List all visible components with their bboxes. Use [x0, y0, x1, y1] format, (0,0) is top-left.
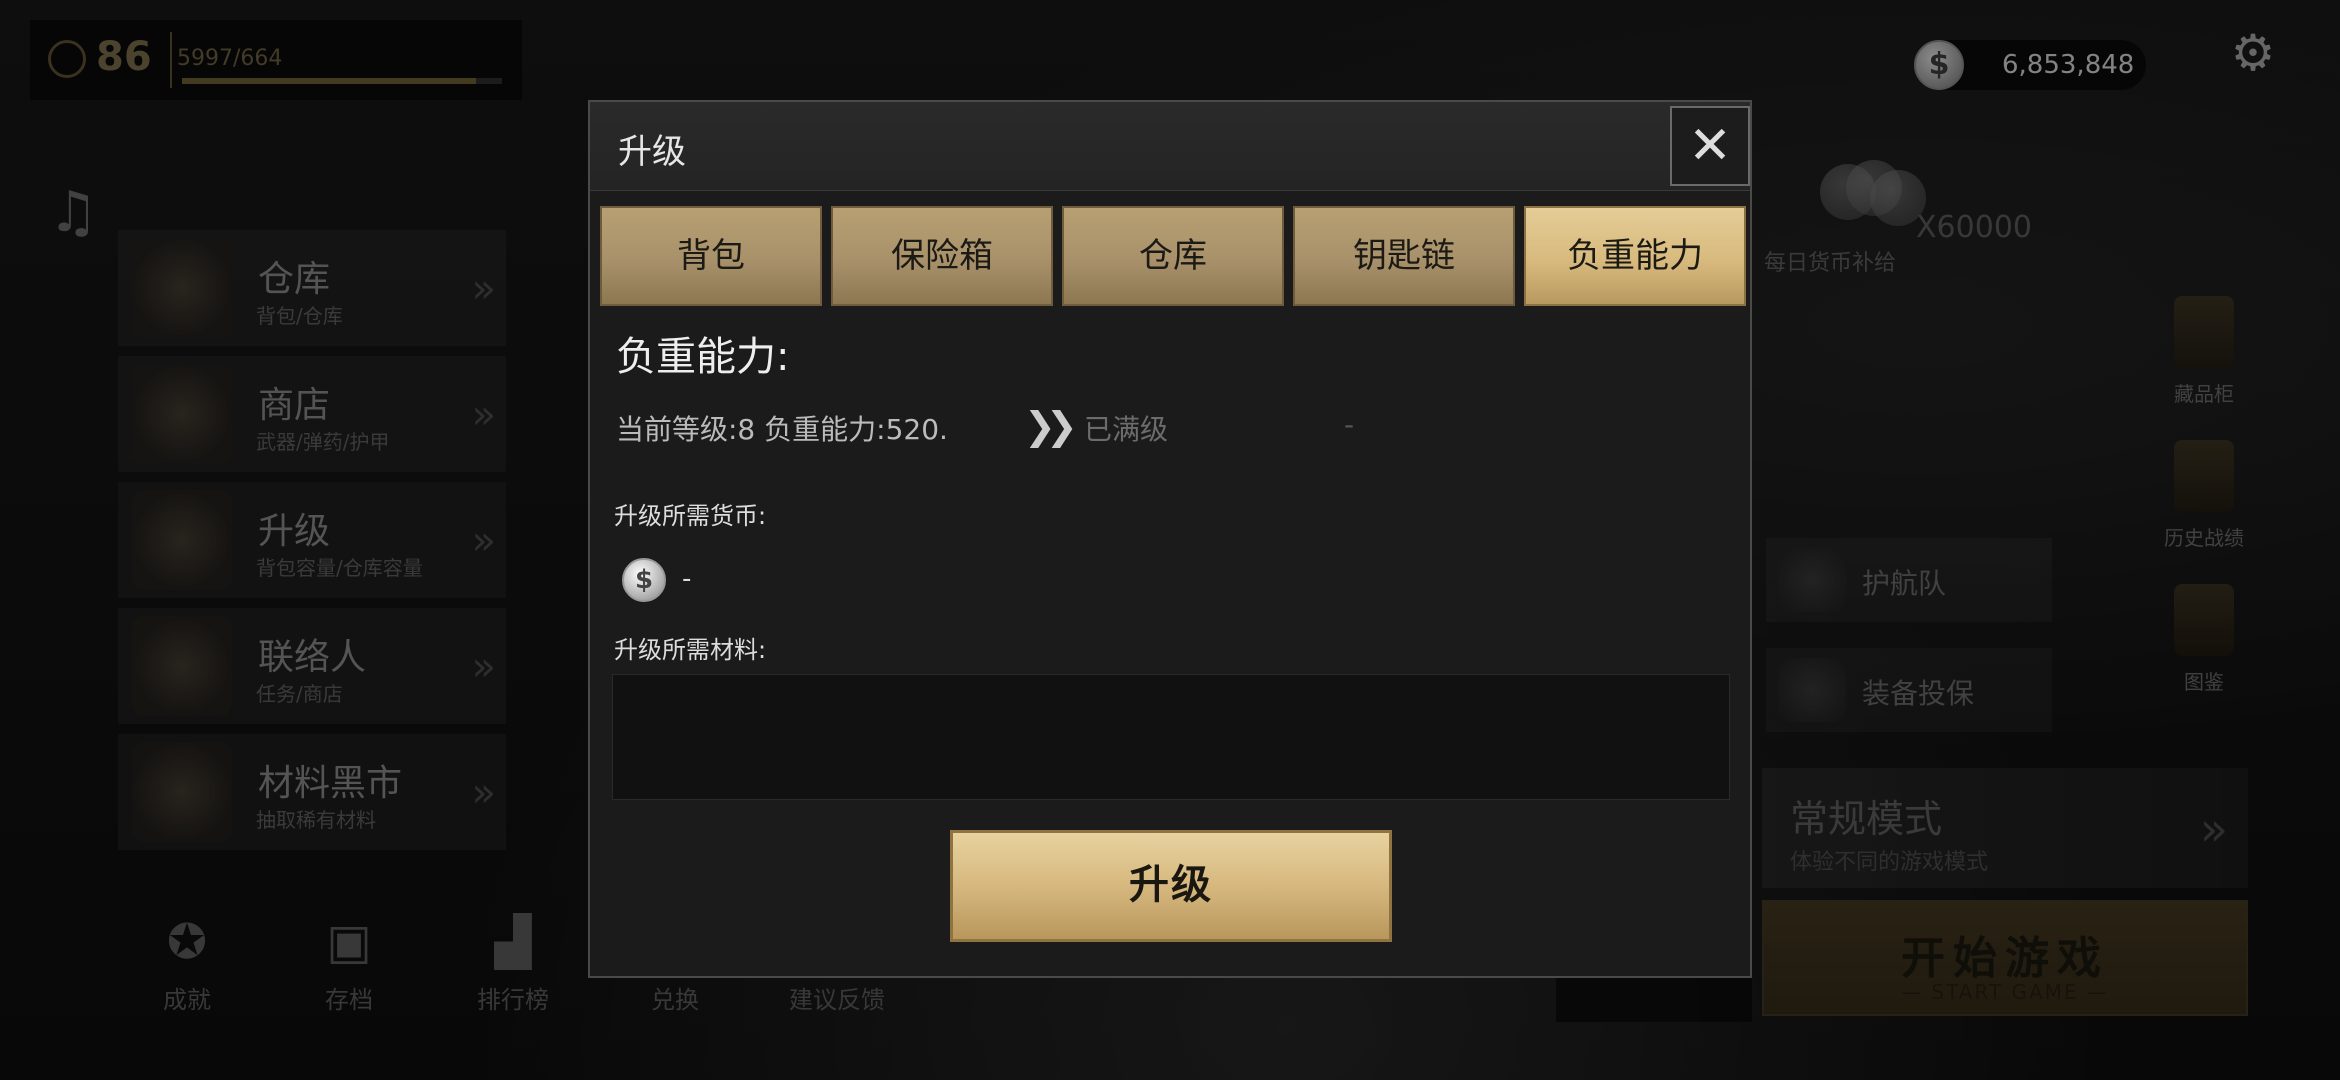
maxed-level-text: 已满级 [1084, 413, 1169, 446]
materials-required-label: 升级所需材料: [614, 636, 767, 664]
tab-keychain[interactable]: 钥匙链 [1293, 206, 1515, 306]
dialog-title: 升级 [618, 132, 686, 172]
dollar-coin-icon: $ [622, 558, 666, 602]
next-value-text: - [1344, 408, 1355, 441]
level-info: 当前等级:8 负重能力:520. ❯❯ 已满级 - [616, 404, 1354, 448]
currency-cost: - [682, 564, 692, 594]
tab-safe[interactable]: 保险箱 [831, 206, 1053, 306]
materials-list [612, 674, 1730, 800]
currency-required-label: 升级所需货币: [614, 502, 767, 530]
tab-backpack[interactable]: 背包 [600, 206, 822, 306]
tab-warehouse[interactable]: 仓库 [1062, 206, 1284, 306]
double-chevron-right-icon: ❯❯ [1024, 404, 1078, 448]
upgrade-tabs: 背包 保险箱 仓库 钥匙链 负重能力 [600, 206, 1746, 306]
section-title: 负重能力: [616, 334, 790, 380]
tab-carry-capacity[interactable]: 负重能力 [1524, 206, 1746, 306]
dialog-header: 升级 ✕ [590, 102, 1750, 191]
upgrade-button[interactable]: 升级 [950, 830, 1392, 942]
upgrade-dialog: 升级 ✕ 背包 保险箱 仓库 钥匙链 负重能力 负重能力: 当前等级:8 负重能… [588, 100, 1752, 978]
current-level-text: 当前等级:8 负重能力:520. [616, 413, 948, 446]
close-icon[interactable]: ✕ [1670, 106, 1750, 186]
